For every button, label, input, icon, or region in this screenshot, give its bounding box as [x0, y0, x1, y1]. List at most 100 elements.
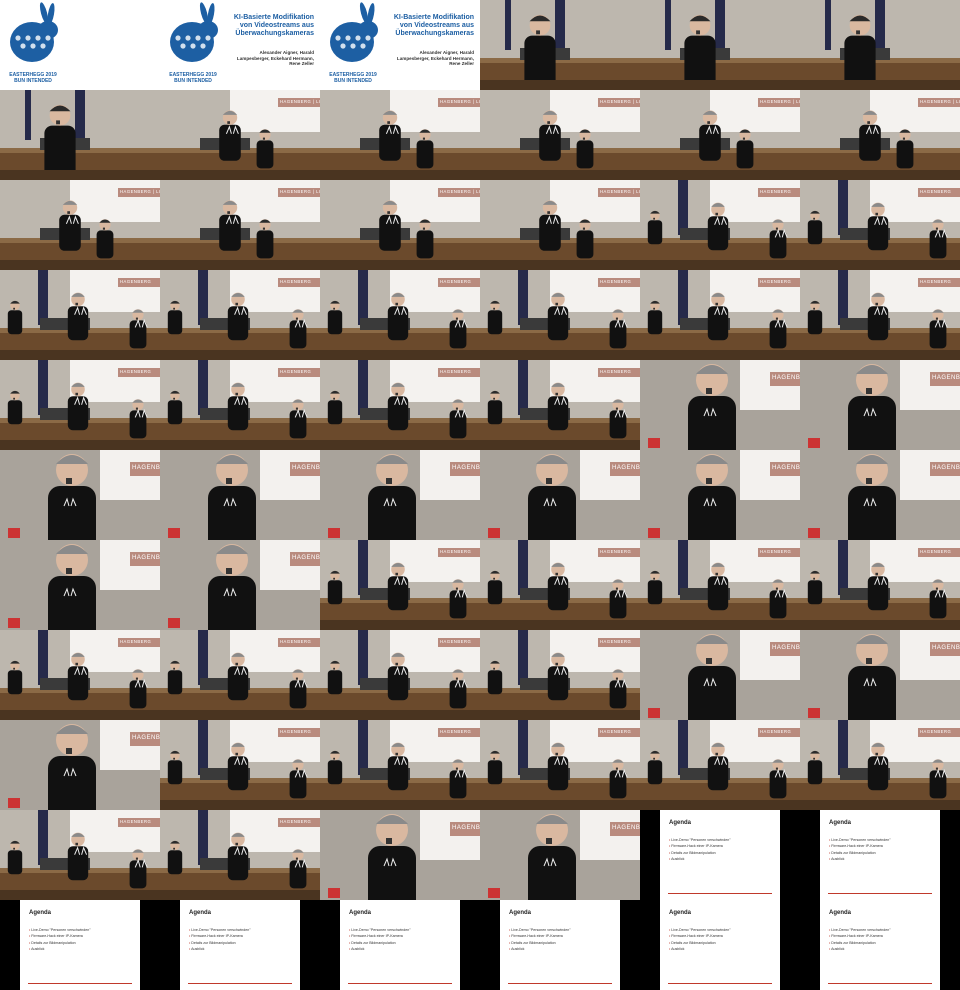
campus-banner-text: HAGENBERG	[120, 639, 152, 644]
campus-banner-text: HAGENBERG	[612, 465, 640, 471]
video-frame-thumbnail: Agenda Live-Demo "Personen verschwinden"F…	[640, 810, 800, 900]
video-frame-thumbnail: HAGENBERG	[640, 450, 800, 540]
event-name: EASTERHEGG 2019 BUN INTENDED	[169, 72, 217, 84]
video-frame-thumbnail: HAGENBERG	[160, 720, 320, 810]
talk-authors: Alexander Aigner, Harald Lampesberger, E…	[396, 50, 474, 67]
presenter-closeup	[0, 720, 160, 810]
campus-banner-text: HAGENBERG	[440, 729, 472, 734]
campus-banner-text: HAGENBERG | LINZ | STEYR | WELS	[920, 99, 960, 104]
campus-banner-text: HAGENBERG	[132, 465, 160, 471]
presenter-closeup	[800, 360, 960, 450]
video-frame-thumbnail: HAGENBERG	[160, 540, 320, 630]
presenter-closeup	[0, 450, 160, 540]
agenda-title: Agenda	[29, 910, 52, 916]
campus-banner-text: HAGENBERG	[932, 465, 960, 471]
footer-rule	[668, 893, 772, 894]
video-frame-thumbnail: HAGENBERG | LINZ | STEYR | WELS	[160, 180, 320, 270]
agenda-slide: Agenda Live-Demo "Personen verschwinden"F…	[820, 900, 940, 990]
video-frame-thumbnail: HAGENBERG	[0, 270, 160, 360]
presenter-closeup	[800, 630, 960, 720]
video-frame-thumbnail: HAGENBERG | LINZ | STEYR | WELS	[480, 180, 640, 270]
campus-banner-text: HAGENBERG	[280, 369, 312, 374]
footer-rule	[828, 893, 932, 894]
footer-rule	[348, 983, 452, 984]
agenda-list: Live-Demo "Personen verschwinden"Firmwar…	[829, 837, 891, 862]
video-frame-thumbnail: HAGENBERG	[320, 630, 480, 720]
lecture-hall-scene	[480, 0, 640, 90]
footer-rule	[508, 983, 612, 984]
video-frame-thumbnail	[0, 90, 160, 180]
campus-banner-text: HAGENBERG	[292, 555, 320, 561]
presenter-closeup	[640, 360, 800, 450]
talk-title: KI-Basierte Modifikation von Videostream…	[233, 14, 314, 37]
campus-banner-text: HAGENBERG	[132, 735, 160, 741]
agenda-item: Ausblick	[509, 946, 571, 952]
campus-banner-text: HAGENBERG | LINZ | STEYR | WELS	[440, 189, 480, 194]
video-frame-thumbnail: HAGENBERG	[320, 720, 480, 810]
agenda-item: Firmware-Hack einer IP-Kamera	[509, 933, 571, 939]
video-frame-thumbnail: HAGENBERG	[480, 360, 640, 450]
campus-banner-text: HAGENBERG	[280, 729, 312, 734]
campus-banner-text: HAGENBERG	[600, 639, 632, 644]
agenda-list: Live-Demo "Personen verschwinden"Firmwar…	[349, 927, 410, 952]
video-frame-thumbnail: HAGENBERG	[640, 540, 800, 630]
campus-banner-text: HAGENBERG	[280, 639, 312, 644]
campus-banner-text: HAGENBERG	[120, 369, 152, 374]
video-frame-thumbnail: HAGENBERG	[800, 540, 960, 630]
video-frame-thumbnail	[800, 0, 960, 90]
campus-banner-text: HAGENBERG	[760, 279, 792, 284]
agenda-list: Live-Demo "Personen verschwinden"Firmwar…	[29, 927, 90, 952]
campus-banner-text: HAGENBERG	[292, 465, 320, 471]
video-frame-thumbnail: HAGENBERG	[0, 810, 160, 900]
agenda-item: Firmware-Hack einer IP-Kamera	[829, 843, 891, 849]
video-frame-thumbnail: HAGENBERG	[800, 270, 960, 360]
presenter-closeup	[160, 540, 320, 630]
agenda-title: Agenda	[189, 910, 212, 916]
campus-banner-text: HAGENBERG	[932, 375, 960, 381]
campus-banner-text: HAGENBERG | LINZ | STEYR | WELS	[440, 99, 480, 104]
presenter-closeup	[800, 450, 960, 540]
video-frame-thumbnail: HAGENBERG	[480, 630, 640, 720]
video-frame-thumbnail: Agenda Live-Demo "Personen verschwinden"F…	[320, 900, 480, 990]
video-frame-thumbnail: HAGENBERG	[800, 630, 960, 720]
video-frame-thumbnail: HAGENBERG	[320, 540, 480, 630]
video-frame-thumbnail: HAGENBERG	[160, 630, 320, 720]
agenda-title: Agenda	[829, 910, 852, 916]
video-frame-thumbnail: HAGENBERG	[800, 450, 960, 540]
video-frame-thumbnail: HAGENBERG	[640, 360, 800, 450]
presenter-closeup	[480, 810, 640, 900]
video-frame-thumbnail: HAGENBERG	[0, 630, 160, 720]
agenda-item: Ausblick	[669, 856, 731, 862]
video-frame-thumbnail: HAGENBERG	[800, 720, 960, 810]
video-frame-thumbnail: Agenda Live-Demo "Personen verschwinden"F…	[640, 900, 800, 990]
agenda-item: Firmware-Hack einer IP-Kamera	[829, 933, 891, 939]
video-frame-thumbnail: HAGENBERG	[640, 720, 800, 810]
event-name: EASTERHEGG 2019 BUN INTENDED	[329, 72, 377, 84]
agenda-title: Agenda	[669, 910, 692, 916]
agenda-slide: Agenda Live-Demo "Personen verschwinden"F…	[820, 810, 940, 900]
campus-banner-text: HAGENBERG	[772, 465, 800, 471]
video-frame-thumbnail: HAGENBERG	[320, 810, 480, 900]
video-frame-thumbnail: HAGENBERG | LINZ | STEYR | WELS	[320, 90, 480, 180]
agenda-list: Live-Demo "Personen verschwinden"Firmwar…	[509, 927, 571, 952]
video-frame-thumbnail: HAGENBERG	[0, 540, 160, 630]
campus-banner-text: HAGENBERG	[772, 645, 800, 651]
video-frame-thumbnail: HAGENBERG	[480, 540, 640, 630]
presenter-closeup	[0, 540, 160, 630]
presenter-closeup	[320, 810, 480, 900]
agenda-slide: Agenda Live-Demo "Personen verschwinden"F…	[500, 900, 620, 990]
video-frame-thumbnail	[480, 0, 640, 90]
agenda-list: Live-Demo "Personen verschwinden"Firmwar…	[669, 837, 731, 862]
video-frame-thumbnail: HAGENBERG	[0, 450, 160, 540]
video-frame-thumbnail: Agenda Live-Demo "Personen verschwinden"F…	[0, 900, 160, 990]
video-frame-thumbnail: HAGENBERG | LINZ | STEYR | WELS	[160, 90, 320, 180]
video-frame-thumbnail: HAGENBERG	[640, 630, 800, 720]
video-frame-thumbnail: EASTERHEGG 2019 BUN INTENDED KI-Basierte M…	[320, 0, 480, 90]
campus-banner-text: HAGENBERG	[920, 279, 952, 284]
video-frame-thumbnail: HAGENBERG	[160, 270, 320, 360]
footer-rule	[668, 983, 772, 984]
video-frame-thumbnail: HAGENBERG	[480, 810, 640, 900]
campus-banner-text: HAGENBERG	[132, 555, 160, 561]
campus-banner-text: HAGENBERG	[600, 369, 632, 374]
campus-banner-text: HAGENBERG	[920, 729, 952, 734]
